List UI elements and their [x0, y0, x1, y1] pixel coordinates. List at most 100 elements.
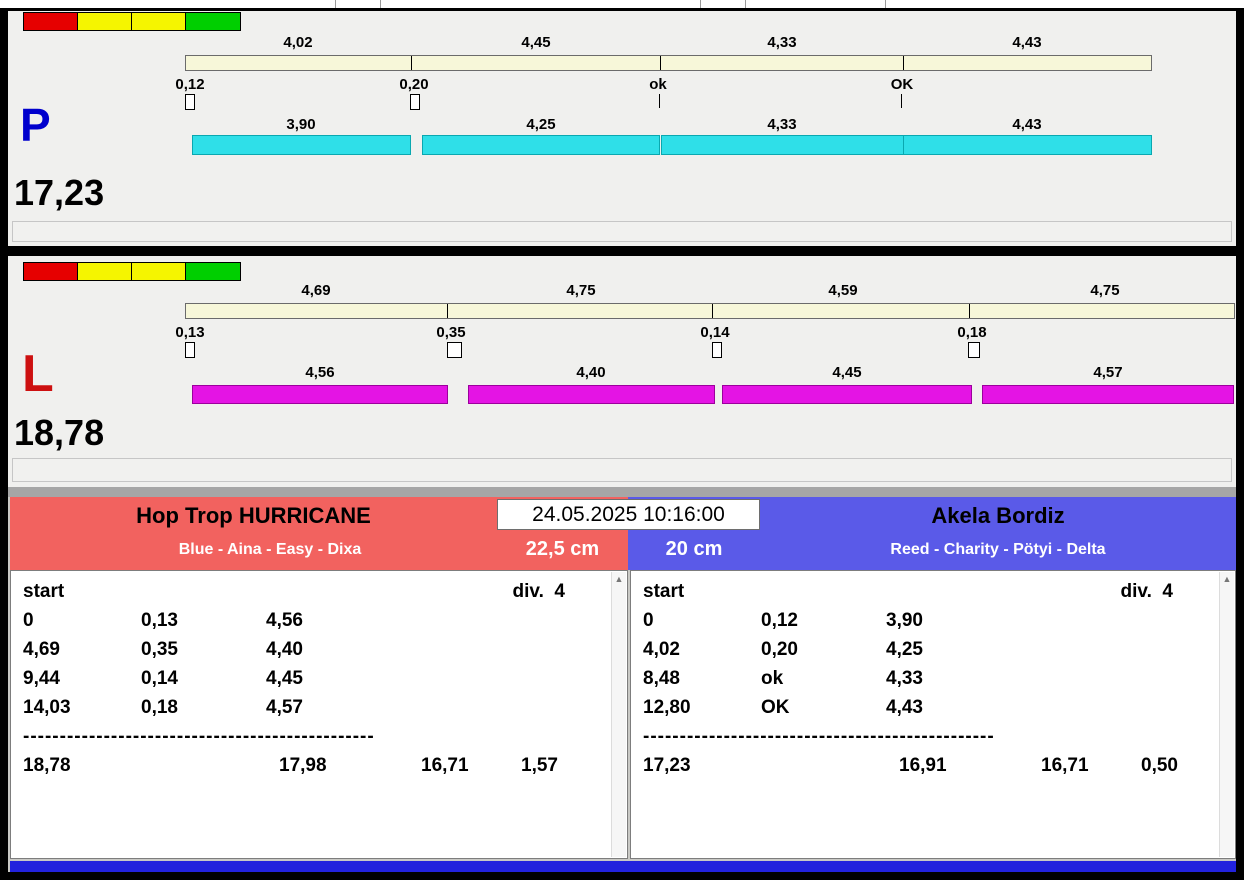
run-bar	[192, 135, 411, 155]
ruler-segment	[713, 304, 970, 318]
scrollbar[interactable]: ▲	[611, 572, 626, 857]
run-bar-label: 4,45	[832, 364, 862, 381]
ruler-label: 4,45	[521, 34, 551, 51]
result-row: 4,69 0,35 4,40	[23, 639, 303, 660]
light-yellow-2	[132, 13, 186, 30]
lane-p-total-time: 17,23	[14, 172, 105, 213]
scrollbar[interactable]: ▲	[1219, 572, 1234, 857]
ruler-label: 4,59	[828, 282, 858, 299]
start-label: start	[23, 581, 65, 602]
result-separator: ----------------------------------------…	[23, 726, 375, 747]
lane-l-split-ruler	[185, 303, 1235, 319]
lane-l-total-time: 18,78	[14, 412, 105, 453]
run-bar	[468, 385, 715, 404]
run-bar	[192, 385, 448, 404]
result-panel-left: start div. 4 0 0,13 4,56 4,69 0,35 4,40 …	[10, 570, 628, 859]
run-bar	[982, 385, 1234, 404]
lane-p-message-strip	[12, 221, 1232, 242]
ruler-segment	[904, 56, 1151, 70]
fragment-tick	[700, 0, 701, 8]
light-yellow-2	[132, 263, 186, 280]
division-label: div. 4	[1120, 581, 1173, 602]
crossing-mark-label: 0,13	[175, 324, 205, 341]
ruler-segment	[186, 56, 412, 70]
run-bar-label: 4,43	[1012, 116, 1042, 133]
run-bar	[661, 135, 904, 155]
team-name: Hop Trop HURRICANE	[136, 503, 371, 528]
result-row: 9,44 0,14 4,45	[23, 668, 303, 689]
ruler-label: 4,75	[566, 282, 596, 299]
bottom-bar	[10, 861, 1236, 872]
crossing-mark-label: 0,20	[399, 76, 429, 93]
result-text-right: start div. 4 0 0,12 3,90 4,02 0,20 4,25 …	[631, 571, 1235, 780]
jump-height-label: 20 cm	[665, 538, 723, 560]
run-bar-label: 3,90	[286, 116, 316, 133]
team-name: Akela Bordiz	[931, 503, 1065, 528]
result-row: 14,03 0,18 4,57	[23, 697, 303, 718]
result-header-row: start div. 4	[23, 577, 607, 606]
division-label: div. 4	[512, 581, 565, 602]
ruler-label: 4,02	[283, 34, 313, 51]
lane-p-split-ruler	[185, 55, 1152, 71]
run-bar-label: 4,56	[305, 364, 335, 381]
crossing-mark-label: 0,35	[436, 324, 466, 341]
crossing-mark-label: ok	[649, 76, 667, 93]
team-lineup: Reed - Charity - Pötyi - Delta	[890, 541, 1106, 558]
datetime-display: 24.05.2025 10:16:00	[497, 499, 760, 530]
result-row: 0 0,13 4,56	[23, 610, 303, 631]
lane-l-message-strip	[12, 458, 1232, 482]
result-row: 4,02 0,20 4,25	[643, 639, 923, 660]
scrollbar-up-icon[interactable]: ▲	[1220, 572, 1234, 586]
run-bar-label: 4,33	[767, 116, 797, 133]
fragment-tick	[885, 0, 886, 8]
lane-l-letter: L	[22, 345, 54, 403]
ruler-segment	[970, 304, 1235, 318]
light-yellow-1	[78, 13, 132, 30]
run-bar-label: 4,25	[526, 116, 556, 133]
run-bar	[422, 135, 660, 155]
result-text-left: start div. 4 0 0,13 4,56 4,69 0,35 4,40 …	[11, 571, 627, 780]
ruler-segment	[661, 56, 904, 70]
ruler-segment	[448, 304, 713, 318]
result-separator: ----------------------------------------…	[643, 726, 995, 747]
light-green	[186, 263, 240, 280]
lane-l-status-lights	[23, 262, 241, 281]
crossing-mark-box	[410, 94, 420, 110]
light-red	[24, 263, 78, 280]
run-bar	[722, 385, 972, 404]
jump-height-label: 22,5 cm	[525, 538, 600, 560]
lane-p-status-lights	[23, 12, 241, 31]
fragment-tick	[745, 0, 746, 8]
light-green	[186, 13, 240, 30]
light-red	[24, 13, 78, 30]
crossing-mark-label: 0,12	[175, 76, 205, 93]
ruler-segment	[186, 304, 448, 318]
crossing-mark-tick	[659, 94, 660, 108]
team-lineup: Blue - Aina - Easy - Dixa	[178, 541, 362, 558]
crossing-mark-label: 0,14	[700, 324, 730, 341]
run-bar-label: 4,57	[1093, 364, 1123, 381]
result-panel-right: start div. 4 0 0,12 3,90 4,02 0,20 4,25 …	[630, 570, 1236, 859]
window-top-fragment	[0, 0, 1244, 8]
crossing-mark-box	[447, 342, 462, 358]
lane-p-letter: P	[20, 99, 51, 151]
ruler-label: 4,75	[1090, 282, 1120, 299]
crossing-mark-label: 0,18	[957, 324, 987, 341]
start-label: start	[643, 581, 685, 602]
result-header-row: start div. 4	[643, 577, 1215, 606]
result-row: 8,48 ok 4,33	[643, 668, 923, 689]
result-totals-row: 17,23 16,91 16,71 0,50	[643, 755, 1178, 776]
section-divider	[8, 487, 1236, 497]
crossing-mark-tick	[901, 94, 902, 108]
crossing-mark-label: OK	[890, 76, 914, 93]
section-divider	[8, 246, 1236, 256]
scrollbar-up-icon[interactable]: ▲	[612, 572, 626, 586]
crossing-mark-box	[185, 342, 195, 358]
ruler-label: 4,43	[1012, 34, 1042, 51]
fragment-tick	[335, 0, 336, 8]
ruler-segment	[412, 56, 662, 70]
app-window: 4,02 4,45 4,33 4,43 0,12 0,20 ok OK P 3,…	[0, 0, 1244, 880]
ruler-label: 4,69	[301, 282, 331, 299]
run-bar-label: 4,40	[576, 364, 606, 381]
fragment-tick	[380, 0, 381, 8]
